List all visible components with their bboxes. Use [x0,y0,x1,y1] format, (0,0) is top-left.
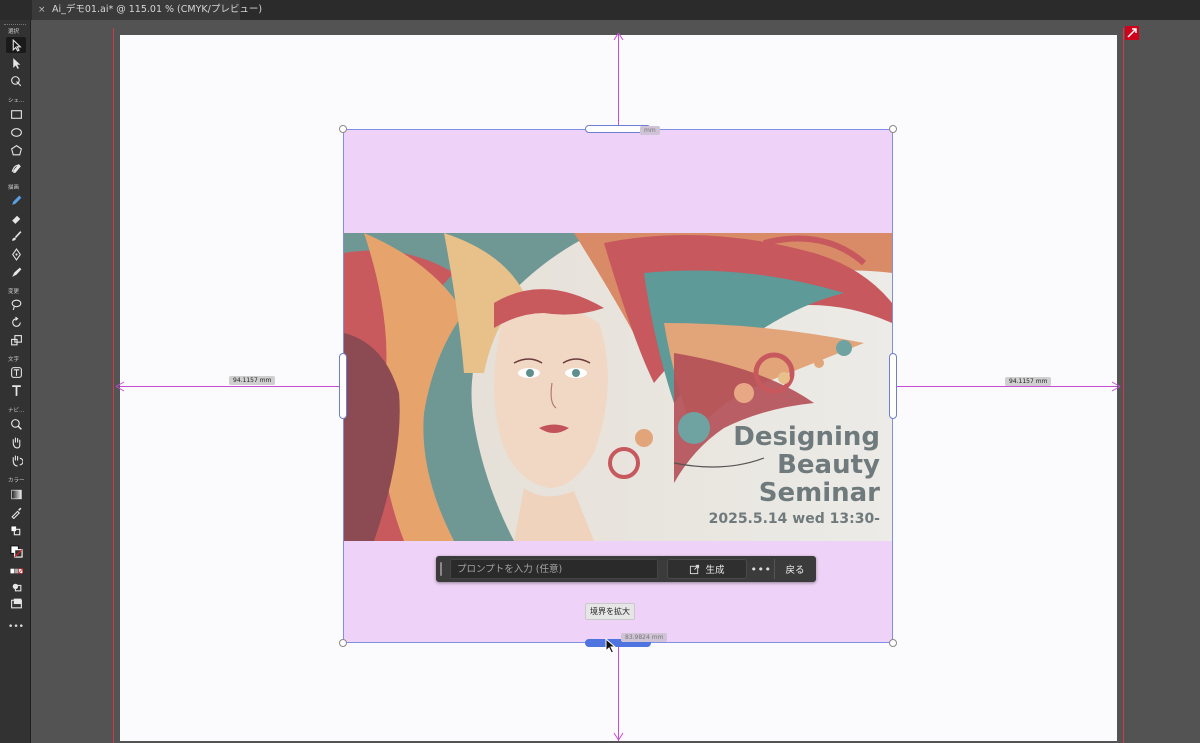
expand-area-top [344,130,892,233]
measure-left: 94.1157 mm [229,376,276,385]
eraser-tool-icon[interactable] [6,210,26,226]
type-tool-icon[interactable] [6,382,26,398]
resize-handle-right[interactable] [889,353,897,419]
ellipse-tool-icon[interactable] [6,124,26,140]
group-label-modify: 変更 [8,289,20,295]
taskbar-divider [774,559,775,579]
group-label-draw: 描画 [8,185,20,191]
rotate-view-tool-icon[interactable] [6,452,26,468]
bleed-line-right [1123,28,1124,743]
arrow-right-icon [1111,381,1121,392]
hand-tool-icon[interactable] [6,434,26,450]
close-tab-icon[interactable]: × [38,0,48,20]
contextual-task-bar: 生成 ••• 戻る [436,556,816,582]
pencil-tool-icon[interactable] [6,192,26,208]
screen-mode-icon[interactable] [6,595,26,611]
gradient-tool-icon[interactable] [6,486,26,502]
document-tab-title: Ai_デモ01.ai* @ 115.01 % (CMYK/プレビュー) [52,4,263,15]
measure-top: mm [640,126,660,135]
paintbrush-tool-icon[interactable] [6,228,26,244]
group-label-shape: シェ… [8,98,25,104]
edit-toolbar-more-icon[interactable]: ••• [6,619,26,635]
artwork-title-line2: Beauty [777,450,880,480]
rectangle-tool-icon[interactable] [6,106,26,122]
measure-bottom: 83.9824 mm [621,633,668,642]
bleed-line-left [113,28,114,743]
draw-mode-icon[interactable] [6,578,26,594]
group-label-select: 選択 [8,29,20,35]
arrow-down-icon [613,732,624,741]
pen-tool-icon[interactable] [6,246,26,262]
resize-handle-bottom-left[interactable] [339,639,347,647]
artwork-title-line1: Designing [733,422,880,452]
resize-handle-top-left[interactable] [339,125,347,133]
generate-button[interactable]: 生成 [667,559,747,579]
document-tab[interactable]: × Ai_デモ01.ai* @ 115.01 % (CMYK/プレビュー) [32,0,262,20]
back-button[interactable]: 戻る [776,559,814,579]
expand-bounds-tooltip: 境界を拡大 [585,603,635,620]
mouse-cursor-icon [605,638,617,654]
shape-builder-tool-icon[interactable] [6,73,26,89]
default-fill-stroke-icon[interactable] [6,523,26,539]
seminar-artwork-image: Designing Beauty Seminar 2025.5.14 wed 1… [344,233,892,541]
selection-tool-icon[interactable] [6,37,26,53]
resize-handle-bottom-right[interactable] [889,639,897,647]
group-label-type: 文字 [8,357,20,363]
group-label-navigate: ナビ… [8,408,25,414]
more-options-button[interactable]: ••• [750,559,772,579]
group-label-color: カラー [8,478,25,484]
color-mode-icon[interactable] [6,563,26,579]
artwork-date: 2025.5.14 wed 13:30- [708,511,880,527]
generate-label: 生成 [705,565,725,576]
resize-handle-left[interactable] [339,353,347,419]
lasso-tool-icon[interactable] [6,296,26,312]
shaper-tool-icon[interactable] [6,160,26,176]
arrow-up-icon [613,32,624,41]
rotate-tool-icon[interactable] [6,314,26,330]
prompt-input[interactable] [450,559,658,579]
zoom-tool-icon[interactable] [6,416,26,432]
resize-handle-top-right[interactable] [889,125,897,133]
document-tab-bar: × Ai_デモ01.ai* @ 115.01 % (CMYK/プレビュー) [0,0,1200,20]
arrow-left-icon [115,381,125,392]
fill-stroke-swatch-icon[interactable] [6,543,26,559]
toolbar-grip[interactable] [4,24,26,26]
type-on-path-tool-icon[interactable] [6,364,26,380]
measure-right: 94.1157 mm [1005,377,1052,386]
gpu-performance-icon[interactable] [1125,26,1139,40]
polygon-tool-icon[interactable] [6,142,26,158]
canvas-area[interactable]: Designing Beauty Seminar 2025.5.14 wed 1… [31,20,1200,743]
blob-brush-tool-icon[interactable] [6,264,26,280]
artwork-title-line3: Seminar [758,478,880,508]
direct-selection-tool-icon[interactable] [6,55,26,71]
tools-panel: 選択 シェ… 描画 変更 文字 ナビ… カラー ••• [0,20,31,743]
taskbar-grip[interactable] [440,562,442,576]
scale-tool-icon[interactable] [6,332,26,348]
eyedropper-tool-icon[interactable] [6,504,26,520]
generate-icon [690,564,700,574]
